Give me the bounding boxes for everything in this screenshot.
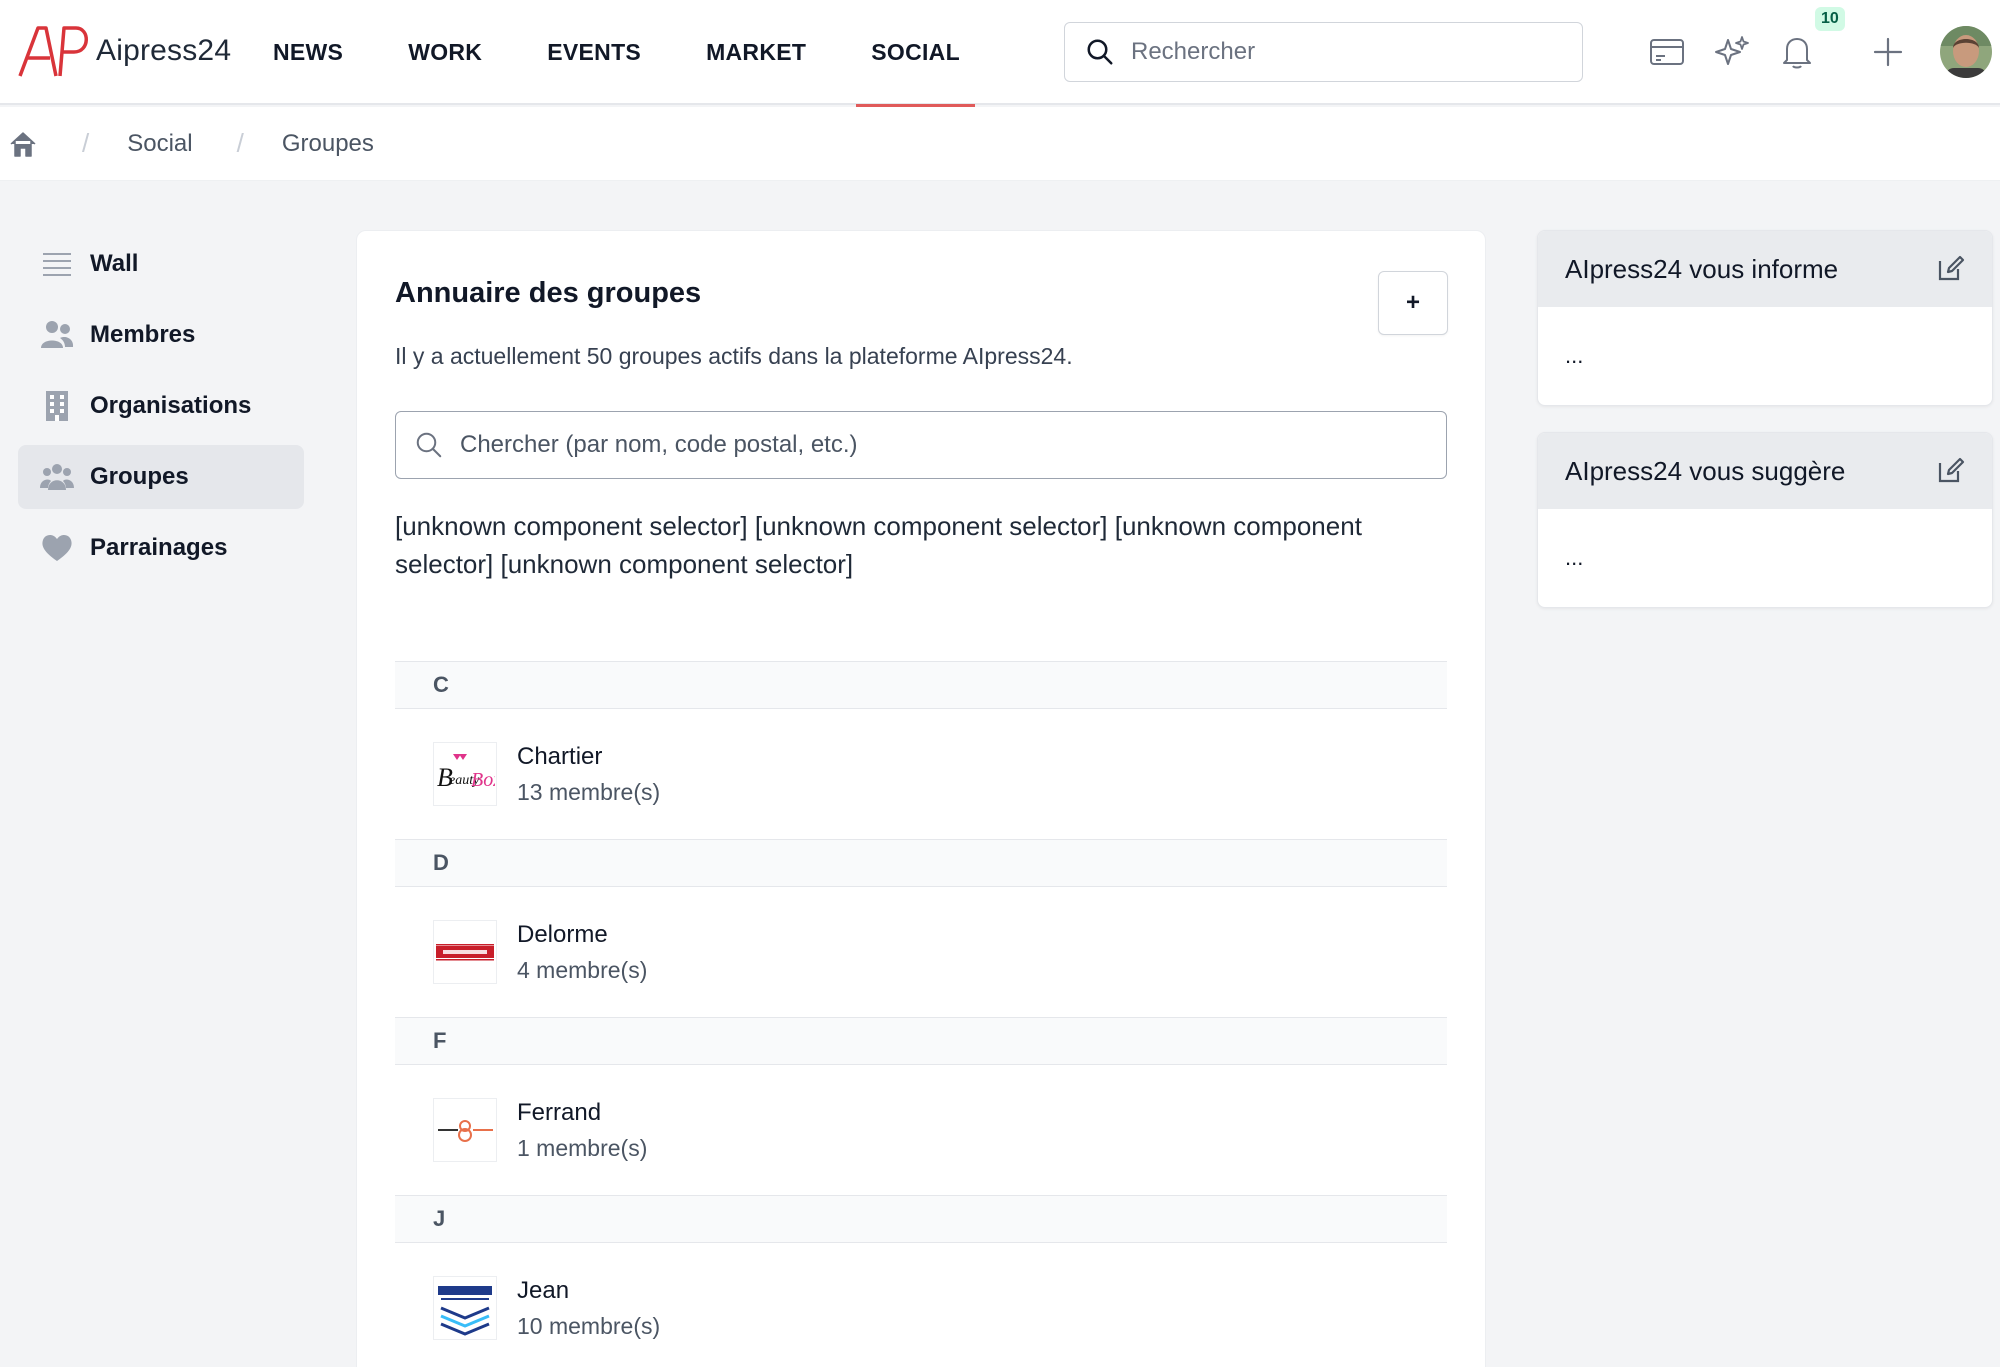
add-group-button[interactable]: + <box>1378 271 1448 335</box>
search-icon <box>1087 39 1113 65</box>
group-name[interactable]: Delorme <box>517 921 647 949</box>
brand-name: Aipress24 <box>96 34 232 67</box>
letter-header: C <box>395 661 1447 709</box>
brand-logo[interactable]: Aipress24 <box>16 22 231 80</box>
group-member-count: 4 membre(s) <box>517 956 648 983</box>
edit-icon[interactable] <box>1936 455 1966 485</box>
letter-header: J <box>395 1195 1447 1243</box>
group-logo <box>433 1276 497 1340</box>
group-logo <box>433 920 497 984</box>
groups-count-description: Il y a actuellement 50 groupes actifs da… <box>395 343 1073 369</box>
list-item[interactable]: Jean 10 membre(s) <box>395 1243 1447 1367</box>
group-member-count: 13 membre(s) <box>517 778 661 805</box>
widget-header: AIpress24 vous suggère <box>1538 433 1992 509</box>
sidebar-item-label: Groupes <box>90 463 189 490</box>
breadcrumb-separator: / <box>82 128 90 158</box>
sidebar-item-membres[interactable]: Membres <box>18 303 304 367</box>
list-item[interactable]: B eauty Box Chartier 13 membre(s) <box>395 709 1447 839</box>
james-sons-logo <box>438 1286 492 1336</box>
brand-logo-icon <box>18 26 88 77</box>
groups-list: C B eauty Box Chartier 13 membre(s) D <box>395 661 1447 1367</box>
list-icon <box>43 253 71 276</box>
group-icon <box>40 464 74 490</box>
group-member-count: 10 membre(s) <box>517 1312 661 1339</box>
nav-social[interactable]: SOCIAL <box>852 0 979 107</box>
sidebar-item-wall[interactable]: Wall <box>18 232 304 296</box>
plus-icon[interactable] <box>1868 32 1908 72</box>
sidebar-item-organisations[interactable]: Organisations <box>18 374 304 438</box>
user-avatar[interactable] <box>1940 26 1992 78</box>
sidebar-item-label: Organisations <box>90 392 252 419</box>
notification-badge: 10 <box>1815 7 1845 31</box>
widget-body: ... <box>1565 545 1584 570</box>
sidebar-item-groupes[interactable]: Groupes <box>18 445 304 509</box>
group-search-input[interactable] <box>460 431 1420 459</box>
letter-header: D <box>395 839 1447 887</box>
widget-title: AIpress24 vous informe <box>1565 253 1839 284</box>
widget-informe: AIpress24 vous informe ... <box>1537 230 1993 406</box>
sidebar-item-label: Wall <box>90 250 139 277</box>
bell-icon[interactable] <box>1777 32 1817 72</box>
nav-events[interactable]: EVENTS <box>528 0 660 105</box>
yoga-baby-logo <box>438 1120 493 1142</box>
widget-header: AIpress24 vous informe <box>1538 231 1992 307</box>
users-icon <box>41 321 74 348</box>
search-icon <box>416 432 442 458</box>
group-member-count: 1 membre(s) <box>517 1134 648 1161</box>
widget-title: AIpress24 vous suggère <box>1565 455 1846 486</box>
global-search <box>1064 22 1583 82</box>
group-search <box>395 411 1447 479</box>
widget-body: ... <box>1565 343 1584 368</box>
group-logo: B eauty Box <box>433 742 497 806</box>
unknown-component-text: [unknown component selector] [unknown co… <box>395 511 1362 579</box>
sparkles-icon[interactable] <box>1712 32 1752 72</box>
breadcrumb-groupes[interactable]: Groupes <box>282 130 374 158</box>
group-name[interactable]: Chartier <box>517 743 660 771</box>
breadcrumb-separator: / <box>236 128 244 158</box>
nav-market[interactable]: MARKET <box>687 0 825 105</box>
nav-work[interactable]: WORK <box>389 0 501 105</box>
heart-icon <box>42 534 72 561</box>
sidebar-item-label: Parrainages <box>90 534 228 561</box>
sidebar-item-parrainages[interactable]: Parrainages <box>18 516 304 580</box>
card-icon[interactable] <box>1647 32 1687 72</box>
widget-suggere: AIpress24 vous suggère ... <box>1537 432 1993 608</box>
home-icon[interactable] <box>8 130 38 158</box>
avatar-image <box>1940 26 1992 78</box>
top-navbar: Aipress24 NEWS WORK EVENTS MARKET SOCIAL… <box>0 0 2000 107</box>
edit-icon[interactable] <box>1936 253 1966 283</box>
sidebar: Wall Membres Organisations Groupes Parra… <box>18 232 304 587</box>
sidebar-item-label: Membres <box>90 321 196 348</box>
letter-header: F <box>395 1017 1447 1065</box>
list-item[interactable]: Delorme 4 membre(s) <box>395 887 1447 1017</box>
svg-text:Box: Box <box>471 769 495 791</box>
group-name[interactable]: Ferrand <box>517 1099 647 1127</box>
nav-news[interactable]: NEWS <box>254 0 362 105</box>
page-title: Annuaire des groupes <box>395 277 702 309</box>
petes-blinds-logo <box>436 944 494 961</box>
beauty-box-logo: B eauty Box <box>437 754 495 792</box>
breadcrumb-social[interactable]: Social <box>127 130 192 158</box>
global-search-input[interactable] <box>1131 38 1571 66</box>
breadcrumb: / Social / Groupes <box>0 107 2000 181</box>
groups-directory-card: Annuaire des groupes + Il y a actuelleme… <box>356 230 1486 1367</box>
building-icon <box>46 391 68 421</box>
list-item[interactable]: Ferrand 1 membre(s) <box>395 1065 1447 1195</box>
group-name[interactable]: Jean <box>517 1277 660 1305</box>
main-nav: NEWS WORK EVENTS MARKET SOCIAL <box>254 0 1006 107</box>
group-logo <box>433 1098 497 1162</box>
